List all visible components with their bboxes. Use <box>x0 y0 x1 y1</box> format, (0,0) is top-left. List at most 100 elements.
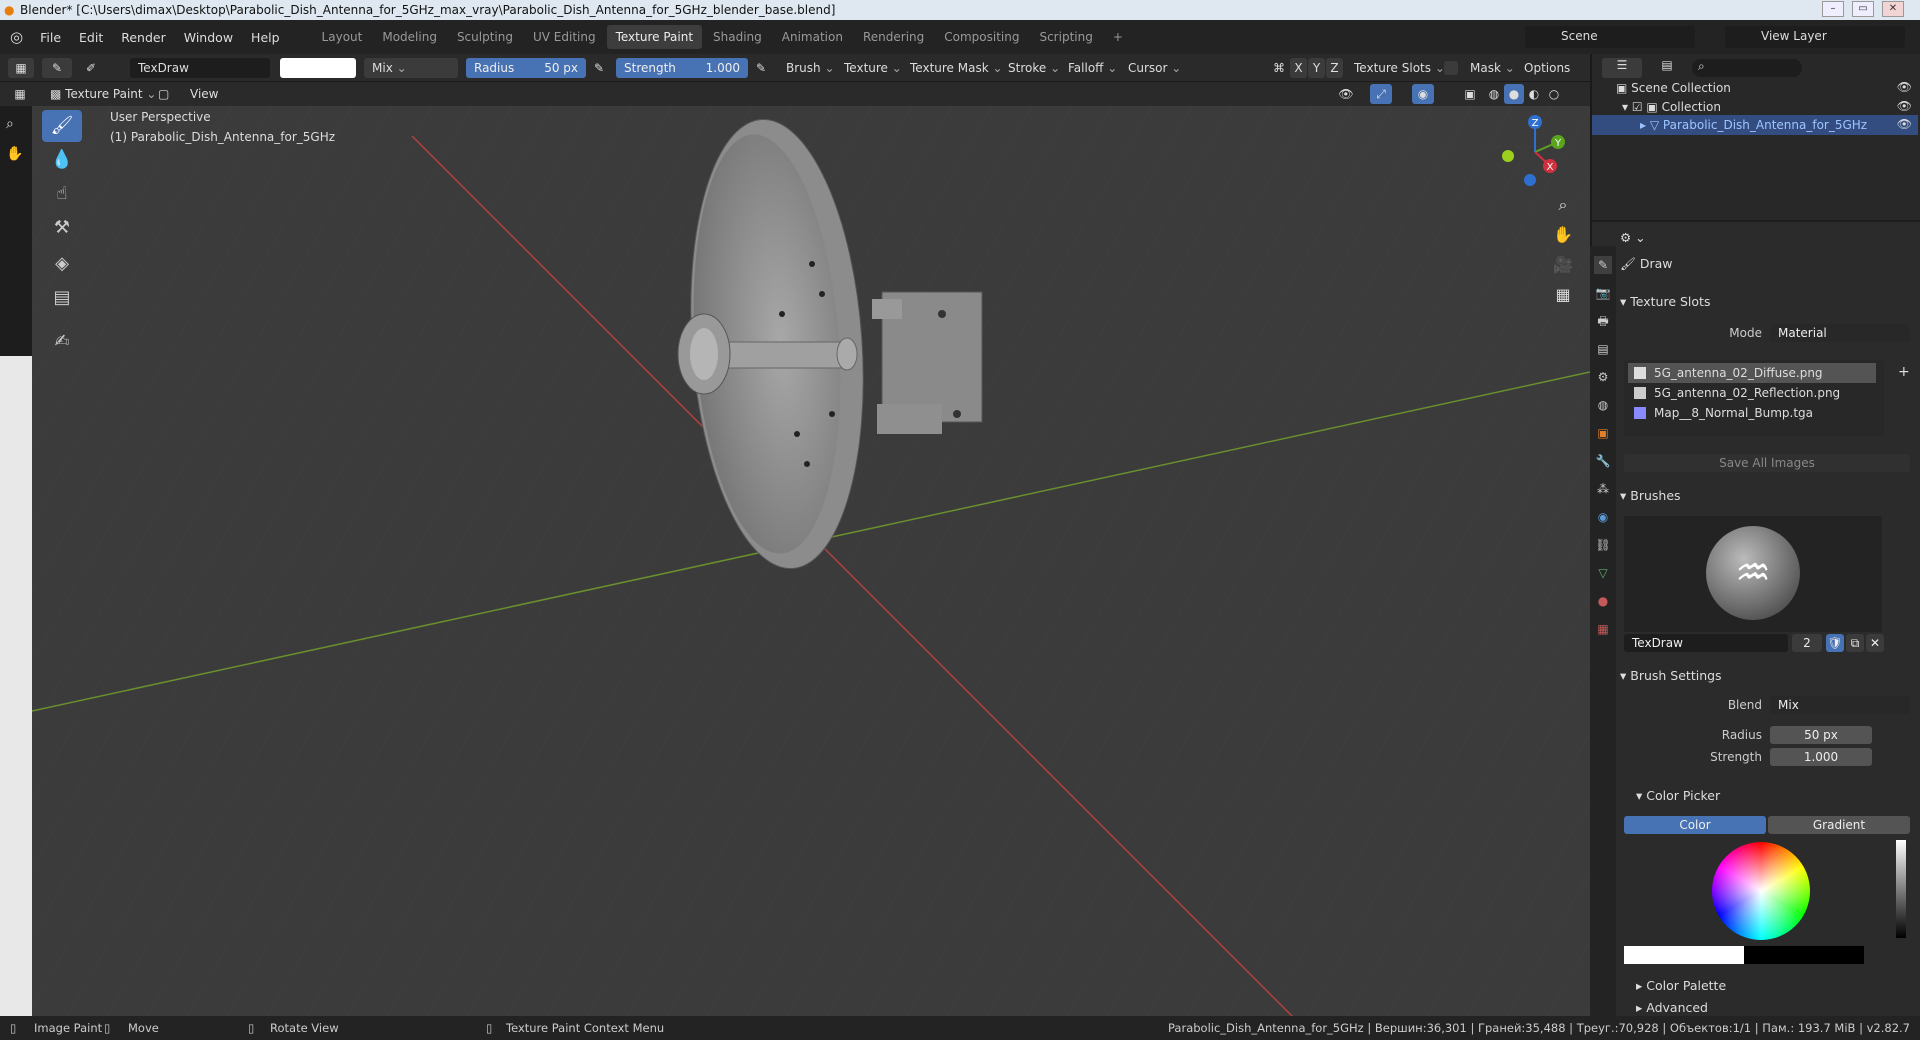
menu-help[interactable]: Help <box>242 30 289 45</box>
cursor-menu[interactable]: Cursor <box>1120 58 1190 78</box>
texture-slots-menu[interactable]: Texture Slots <box>1346 58 1453 78</box>
annotate-tool-icon[interactable]: ✍ <box>42 326 82 358</box>
pan-viewport-icon[interactable]: ✋ <box>1550 222 1576 248</box>
zoom-viewport-icon[interactable]: ⌕ <box>1550 192 1576 218</box>
menu-edit[interactable]: Edit <box>70 30 112 45</box>
stroke-menu[interactable]: Stroke <box>1000 58 1069 78</box>
mirror-z-toggle[interactable]: Z <box>1326 58 1343 78</box>
tab-shading[interactable]: Shading <box>704 25 771 49</box>
constraints-tab-icon[interactable]: ⛓ <box>1594 536 1612 554</box>
falloff-menu[interactable]: Falloff <box>1060 58 1126 78</box>
3d-viewport[interactable] <box>32 106 1590 1016</box>
menu-window[interactable]: Window <box>175 30 242 45</box>
strength-pressure-icon[interactable]: ✎ <box>752 58 770 78</box>
zoom-icon[interactable]: ⌕ <box>6 116 14 132</box>
texture-tab-icon[interactable]: ▦ <box>1594 620 1612 638</box>
texture-mask-menu[interactable]: Texture Mask <box>902 58 1011 78</box>
particles-tab-icon[interactable]: ⁂ <box>1594 480 1612 498</box>
maximize-button[interactable]: ▭ <box>1852 1 1874 17</box>
add-slot-icon[interactable]: + <box>1898 364 1910 380</box>
brushes-header[interactable]: ▾ Brushes <box>1620 484 1915 508</box>
options-menu[interactable]: Options <box>1516 58 1590 78</box>
save-all-images-button[interactable]: Save All Images <box>1624 454 1910 472</box>
outliner-collection-row[interactable]: ▾ ☑ ▣ Collection <box>1622 97 1721 117</box>
editor-menu-icon[interactable]: ▦ <box>8 84 32 104</box>
outliner-filter-icon[interactable]: ▤ <box>1652 58 1682 78</box>
brush-preview-area[interactable]: ♒ <box>1624 516 1882 632</box>
blend-mode-dropdown[interactable]: Mix <box>364 58 458 78</box>
new-brush-icon[interactable]: ⧉ <box>1846 634 1864 652</box>
texture-slot-row[interactable]: 5G_antenna_02_Reflection.png <box>1628 383 1876 403</box>
outliner-scene-collection[interactable]: ▣ Scene Collection <box>1616 78 1731 98</box>
mode-dropdown[interactable]: ▩ Texture Paint <box>42 84 165 104</box>
wireframe-shading-icon[interactable]: ◍ <box>1484 84 1504 104</box>
tab-layout[interactable]: Layout <box>313 25 372 49</box>
view-menu[interactable]: View <box>182 84 227 104</box>
modifier-tab-icon[interactable]: 🔧 <box>1594 452 1612 470</box>
texture-paint-toggle-icon[interactable]: ▢ <box>158 84 174 104</box>
physics-tab-icon[interactable]: ◉ <box>1594 508 1612 526</box>
output-tab-icon[interactable]: 🖶 <box>1594 312 1612 330</box>
gradient-tab[interactable]: Gradient <box>1768 816 1910 834</box>
blend-dropdown[interactable]: Mix <box>1770 696 1910 714</box>
clone-tool-icon[interactable]: ⚒ <box>42 212 82 244</box>
camera-view-icon[interactable]: 🎥 <box>1550 252 1576 278</box>
scene-selector[interactable]: Scene <box>1525 26 1695 48</box>
tab-scripting[interactable]: Scripting <box>1030 25 1101 49</box>
texture-slot-row[interactable]: 5G_antenna_02_Diffuse.png <box>1628 363 1876 383</box>
tool-icon[interactable]: ✎ <box>42 58 72 78</box>
antenna-model[interactable] <box>632 114 1032 594</box>
ortho-toggle-icon[interactable]: ▦ <box>1550 282 1576 308</box>
texture-slots-header[interactable]: ▾ Texture Slots <box>1620 290 1915 314</box>
editor-type-icon[interactable]: ▦ <box>8 58 34 78</box>
tab-compositing[interactable]: Compositing <box>935 25 1028 49</box>
mirror-x-toggle[interactable]: X <box>1290 58 1307 78</box>
visibility-icon[interactable]: 👁 <box>1334 84 1358 104</box>
tab-rendering[interactable]: Rendering <box>854 25 933 49</box>
xray-icon[interactable]: ▣ <box>1460 84 1480 104</box>
mirror-y-toggle[interactable]: Y <box>1308 58 1325 78</box>
symmetry-icon[interactable]: ⌘ <box>1270 58 1288 78</box>
draw-tool-icon[interactable]: 🖌 <box>42 110 82 142</box>
color-wheel[interactable] <box>1712 842 1810 940</box>
world-tab-icon[interactable]: ◍ <box>1594 396 1612 414</box>
brush-name-field[interactable]: TexDraw <box>1624 634 1788 652</box>
color-picker-header[interactable]: ▾ Color Picker <box>1636 784 1920 808</box>
color-palette-header[interactable]: ▸ Color Palette <box>1636 974 1920 998</box>
brush-settings-header[interactable]: ▾ Brush Settings <box>1620 664 1915 688</box>
smear-tool-icon[interactable]: ☝ <box>42 178 82 210</box>
data-tab-icon[interactable]: ▽ <box>1594 564 1612 582</box>
close-button[interactable]: ✕ <box>1882 1 1904 17</box>
minimize-button[interactable]: – <box>1822 1 1844 17</box>
view-layer-selector[interactable]: View Layer <box>1725 26 1905 48</box>
radius-pressure-icon[interactable]: ✎ <box>590 58 608 78</box>
object-tab-icon[interactable]: ▣ <box>1594 424 1612 442</box>
outliner-search-input[interactable]: ⌕ <box>1692 59 1802 77</box>
overlay-toggle-icon[interactable]: ◉ <box>1412 84 1434 104</box>
render-tab-icon[interactable]: 📷 <box>1594 284 1612 302</box>
strength-field[interactable]: 1.000 <box>1770 748 1872 766</box>
tab-animation[interactable]: Animation <box>773 25 852 49</box>
unlink-brush-icon[interactable]: ✕ <box>1866 634 1884 652</box>
collection-eye-icon[interactable]: 👁 <box>1897 99 1912 113</box>
tool-tab-icon[interactable]: ✎ <box>1594 256 1612 274</box>
mask-tool-icon[interactable]: ▤ <box>42 282 82 314</box>
color-tab[interactable]: Color <box>1624 816 1766 834</box>
outliner-object-row[interactable]: ▸ ▽ Parabolic_Dish_Antenna_for_5GHz <box>1592 115 1918 135</box>
tab-modeling[interactable]: Modeling <box>373 25 446 49</box>
object-eye-icon[interactable]: 👁 <box>1897 117 1912 131</box>
value-slider[interactable] <box>1896 840 1906 938</box>
menu-render[interactable]: Render <box>112 30 175 45</box>
scene-eye-icon[interactable]: 👁 <box>1897 80 1912 94</box>
brush-name-field[interactable]: TexDraw <box>130 58 270 78</box>
fill-tool-icon[interactable]: ◈ <box>42 248 82 280</box>
tab-sculpting[interactable]: Sculpting <box>448 25 522 49</box>
view-layer-tab-icon[interactable]: ▤ <box>1594 340 1612 358</box>
gizmo-toggle-icon[interactable]: ⤢ <box>1370 84 1392 104</box>
texture-menu[interactable]: Texture <box>836 58 910 78</box>
navigation-gizmo[interactable]: Z Y X <box>1490 112 1580 192</box>
rendered-shading-icon[interactable]: ○ <box>1544 84 1564 104</box>
solid-shading-icon[interactable]: ● <box>1504 84 1524 104</box>
brush-color-swatch[interactable] <box>280 58 356 78</box>
texture-slot-row[interactable]: Map__8_Normal_Bump.tga <box>1628 403 1876 423</box>
